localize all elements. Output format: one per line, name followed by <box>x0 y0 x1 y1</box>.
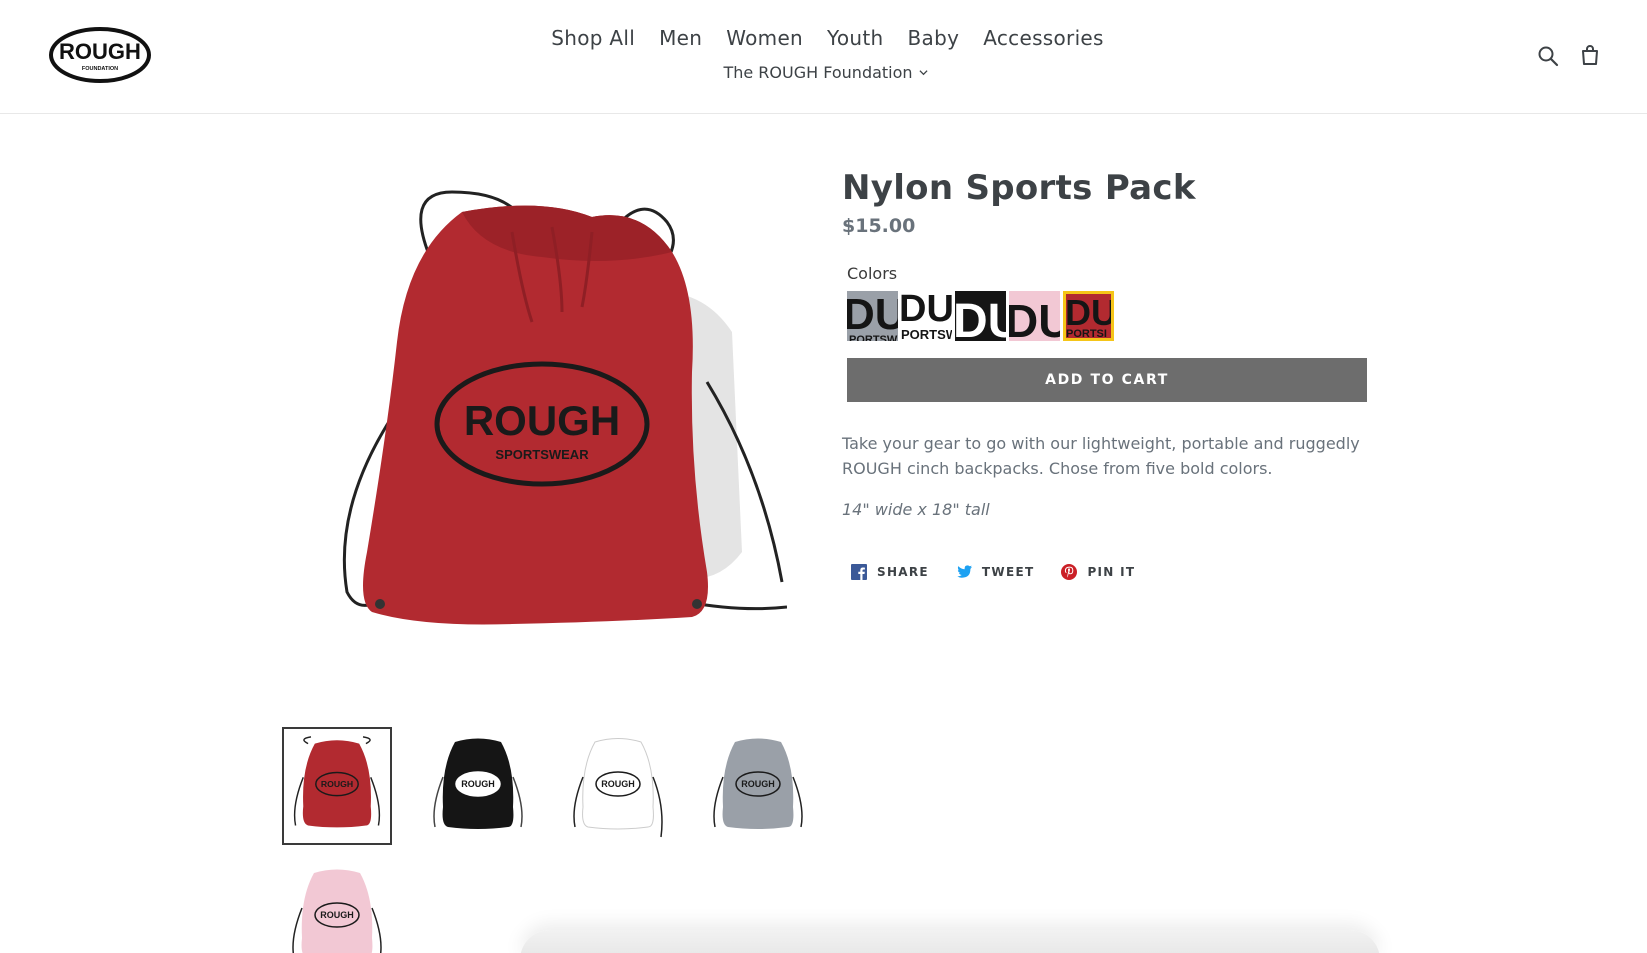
thumb-logo-text: ROUGH <box>320 910 354 920</box>
svg-text:PORTSW: PORTSW <box>849 334 898 341</box>
twitter-icon <box>956 565 972 578</box>
bottom-overlay <box>520 930 1380 953</box>
share-twitter-link[interactable]: TWEET <box>955 563 1035 581</box>
color-swatches: DUPORTSW DUGPORTSW DU DU DUPORTSI <box>847 291 1114 341</box>
nav-rough-foundation-label: The ROUGH Foundation <box>723 63 913 82</box>
nav-baby[interactable]: Baby <box>908 26 960 50</box>
svg-text:DU: DU <box>1009 295 1060 341</box>
facebook-icon <box>851 564 867 580</box>
bag-logo-subtext: SPORTSWEAR <box>495 447 589 462</box>
thumb-logo-text: ROUGH <box>321 779 353 789</box>
svg-text:DU: DU <box>1065 292 1114 333</box>
cart-icon[interactable] <box>1578 43 1602 67</box>
thumbnail-black[interactable]: ROUGH <box>423 727 533 845</box>
product-main-image[interactable]: ROUGH SPORTSWEAR <box>312 172 788 677</box>
nav-women[interactable]: Women <box>726 26 803 50</box>
share-twitter-label: TWEET <box>981 565 1035 579</box>
thumbnail-white[interactable]: ROUGH <box>563 727 673 845</box>
product-title: Nylon Sports Pack <box>842 168 1196 208</box>
add-to-cart-button[interactable]: ADD TO CART <box>847 358 1367 402</box>
search-icon[interactable] <box>1536 44 1560 68</box>
svg-text:DU: DU <box>847 291 898 339</box>
share-pinterest-link[interactable]: PIN IT <box>1060 563 1135 581</box>
thumb-logo-text: ROUGH <box>461 779 495 789</box>
main-nav: Shop All Men Women Youth Baby Accessorie… <box>0 26 1647 50</box>
swatch-white[interactable]: DU <box>955 291 1006 341</box>
share-facebook-link[interactable]: SHARE <box>850 563 929 581</box>
swatch-gray[interactable]: DU PORTSW <box>847 291 898 341</box>
nav-men[interactable]: Men <box>659 26 702 50</box>
svg-text:DUG: DUG <box>901 291 952 330</box>
thumbnail-red[interactable]: ROUGH <box>282 727 392 845</box>
thumb-logo-text: ROUGH <box>741 779 775 789</box>
svg-text:DU: DU <box>955 295 1006 341</box>
thumbnail-gray[interactable]: ROUGH <box>703 727 813 845</box>
nav-rough-foundation-dropdown[interactable]: The ROUGH Foundation <box>723 63 928 82</box>
site-header: ROUGH FOUNDATION Shop All Men Women Yout… <box>0 0 1647 114</box>
nav-youth[interactable]: Youth <box>827 26 884 50</box>
swatch-pink[interactable]: DU <box>1009 291 1060 341</box>
bag-logo-text: ROUGH <box>464 397 620 444</box>
product-dimensions: 14" wide x 18" tall <box>842 500 990 519</box>
social-share: SHARE TWEET PIN IT <box>850 563 1135 581</box>
product-price: $15.00 <box>842 215 916 237</box>
swatch-red[interactable]: DU PORTSI <box>1063 291 1114 341</box>
svg-text:PORTSI: PORTSI <box>1066 328 1107 340</box>
product-description: Take your gear to go with our lightweigh… <box>842 434 1360 478</box>
svg-text:PORTSW: PORTSW <box>901 327 952 341</box>
thumb-logo-text: ROUGH <box>601 779 635 789</box>
sub-nav: The ROUGH Foundation <box>0 63 1647 82</box>
color-option-label: Colors <box>847 264 898 283</box>
nav-accessories[interactable]: Accessories <box>983 26 1104 50</box>
nav-shop-all[interactable]: Shop All <box>551 26 635 50</box>
share-pinterest-label: PIN IT <box>1087 565 1136 579</box>
share-facebook-label: SHARE <box>877 565 929 579</box>
thumbnail-pink[interactable]: ROUGH <box>282 858 392 953</box>
pinterest-icon <box>1061 564 1078 580</box>
swatch-black[interactable]: DUGPORTSW <box>901 291 952 341</box>
chevron-down-icon <box>919 70 928 76</box>
